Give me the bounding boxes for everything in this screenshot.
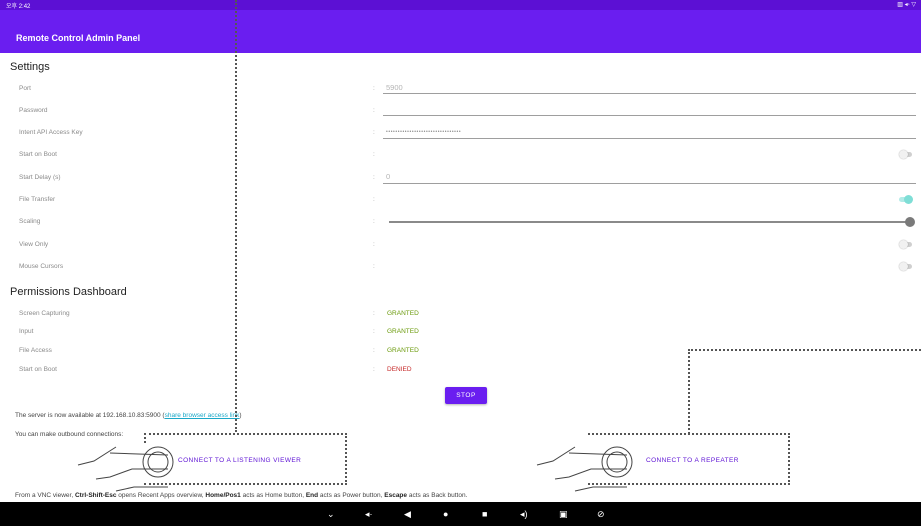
start-on-boot-toggle[interactable] [899, 150, 912, 159]
perm-input-label: Input [19, 328, 34, 335]
port-input[interactable]: 5900 [386, 83, 403, 92]
colon: : [373, 241, 375, 248]
vnc-key-2: Home/Pos1 [205, 492, 241, 499]
status-icons: ▥ ◂◦ ▽ [897, 2, 916, 8]
scaling-label: Scaling [19, 218, 41, 225]
perm-screen-capturing-status[interactable]: GRANTED [387, 310, 419, 317]
vnc-text-1: From a VNC viewer, [15, 492, 75, 499]
start-delay-label: Start Delay (s) [19, 174, 61, 181]
home-icon[interactable]: ● [443, 509, 448, 519]
view-only-toggle[interactable] [899, 240, 912, 249]
app-title: Remote Control Admin Panel [16, 33, 141, 43]
guide-dotted-line [788, 433, 790, 485]
connect-repeater-button[interactable]: CONNECT TO A REPEATER [646, 457, 739, 464]
colon: : [373, 310, 375, 317]
intent-key-underline [383, 138, 916, 139]
password-label: Password [19, 107, 48, 114]
intent-key-label: Intent API Access Key [19, 129, 83, 136]
chevron-down-icon[interactable]: ⌄ [327, 509, 335, 520]
status-bar: 오후 2:42 ▥ ◂◦ ▽ [0, 0, 921, 10]
perm-input-status[interactable]: GRANTED [387, 328, 419, 335]
password-input-underline [383, 115, 916, 116]
server-address-text: The server is now available at 192.168.1… [15, 412, 242, 419]
colon: : [373, 196, 375, 203]
file-transfer-toggle[interactable] [899, 195, 913, 204]
colon: : [373, 107, 375, 114]
status-time: 오후 2:42 [6, 4, 31, 10]
scaling-slider-track[interactable] [389, 221, 910, 223]
vnc-text-4: acts as Power button, [318, 492, 385, 499]
vnc-key-3: End [305, 492, 319, 499]
volume-up-icon[interactable]: ◂) [520, 509, 528, 520]
view-only-label: View Only [19, 241, 49, 248]
vnc-text-3: acts as Home button, [240, 492, 306, 499]
colon: : [373, 347, 375, 354]
intent-key-input[interactable]: •••••••••••••••••••••••••••••••• [386, 129, 461, 135]
vnc-key-4: Escape [384, 492, 408, 499]
port-label: Port [19, 85, 31, 92]
server-address-suffix: ) [239, 412, 242, 419]
colon: : [373, 85, 375, 92]
share-browser-link[interactable]: share browser access link [165, 412, 240, 419]
guide-dotted-line [345, 433, 347, 485]
colon: : [373, 174, 375, 181]
perm-screen-capturing-label: Screen Capturing [19, 310, 70, 317]
guide-dotted-line [235, 0, 237, 432]
app-bar: Remote Control Admin Panel [0, 10, 921, 53]
recents-icon[interactable]: ■ [482, 509, 487, 519]
settings-heading: Settings [10, 61, 50, 73]
scaling-slider-thumb[interactable] [905, 217, 915, 227]
start-on-boot-label: Start on Boot [19, 151, 57, 158]
server-address-prefix: The server is now available at 192.168.1… [15, 412, 165, 419]
colon: : [373, 263, 375, 270]
tap-hand-icon [536, 446, 633, 492]
back-icon[interactable]: ◀ [404, 509, 411, 520]
stop-button[interactable]: STOP [445, 387, 487, 404]
guide-dotted-line [688, 349, 921, 351]
volume-down-icon[interactable]: ◂· [365, 509, 373, 520]
colon: : [373, 151, 375, 158]
perm-start-on-boot-status[interactable]: DENIED [387, 366, 412, 373]
navigation-bar: ⌄ ◂· ◀ ● ■ ◂) ▣ ⊘ [0, 502, 921, 526]
start-delay-input[interactable]: 0 [386, 172, 390, 181]
colon: : [373, 129, 375, 136]
camera-icon[interactable]: ▣ [559, 509, 568, 520]
file-transfer-label: File Transfer [19, 196, 56, 203]
perm-start-on-boot-label: Start on Boot [19, 366, 57, 373]
colon: : [373, 218, 375, 225]
colon: : [373, 328, 375, 335]
connect-listening-viewer-button[interactable]: CONNECT TO A LISTENING VIEWER [178, 457, 301, 464]
vnc-text-5: acts as Back button. [407, 492, 468, 499]
permissions-heading: Permissions Dashboard [10, 286, 127, 298]
port-input-underline [383, 93, 916, 94]
rotate-icon[interactable]: ⊘ [597, 509, 605, 520]
colon: : [373, 366, 375, 373]
perm-file-access-status[interactable]: GRANTED [387, 347, 419, 354]
mouse-cursors-label: Mouse Cursors [19, 263, 64, 270]
tap-hand-icon [77, 446, 174, 492]
mouse-cursors-toggle[interactable] [899, 262, 912, 271]
guide-dotted-line [688, 349, 690, 434]
perm-file-access-label: File Access [19, 347, 52, 354]
start-delay-underline [383, 183, 916, 184]
